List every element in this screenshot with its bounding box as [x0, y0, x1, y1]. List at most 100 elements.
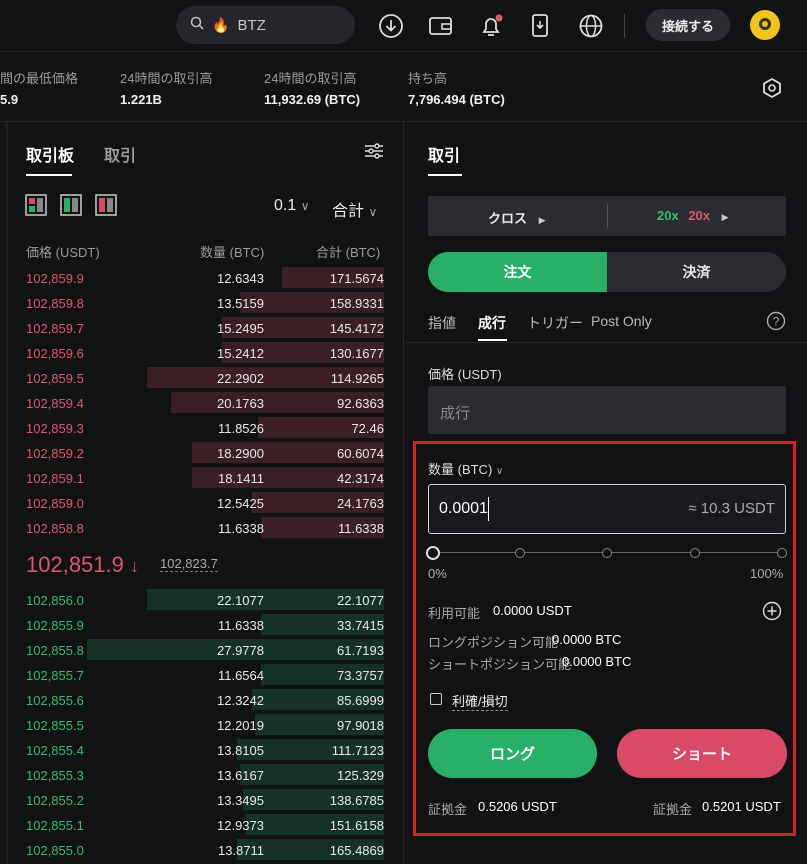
ask-row[interactable]: 102,859.3 11.8526 72.46 — [0, 415, 396, 440]
bid-row[interactable]: 102,855.7 11.6564 73.3757 — [0, 662, 396, 687]
bid-row[interactable]: 102,855.2 13.3495 138.6785 — [0, 787, 396, 812]
margin-mode-label: クロス — [488, 211, 528, 226]
search-value: BTZ — [237, 16, 266, 34]
row-qty: 22.2902 — [217, 371, 264, 386]
row-qty: 13.5159 — [217, 296, 264, 311]
header-price: 価格 (USDT) — [26, 245, 100, 260]
row-price: 102,855.4 — [26, 743, 84, 758]
row-total: 73.3757 — [337, 668, 384, 683]
chevron-down-icon: ∨ — [368, 205, 378, 219]
bid-row[interactable]: 102,855.5 12.2019 97.9018 — [0, 712, 396, 737]
connect-button[interactable]: 接続する — [646, 9, 730, 41]
ask-row[interactable]: 102,859.7 15.2495 145.4172 — [0, 315, 396, 340]
close-tab[interactable]: 決済 — [607, 252, 786, 292]
bid-row[interactable]: 102,855.9 11.6338 33.7415 — [0, 612, 396, 637]
ask-row[interactable]: 102,859.2 18.2900 60.6074 — [0, 440, 396, 465]
slider-tick-25[interactable] — [515, 548, 525, 558]
row-price: 102,855.8 — [26, 643, 84, 658]
bid-row[interactable]: 102,855.8 27.9778 61.7193 — [0, 637, 396, 662]
order-type-market[interactable]: 成行 — [478, 313, 506, 333]
view-both-icon[interactable] — [25, 194, 47, 221]
ask-row[interactable]: 102,859.6 15.2412 130.1677 — [0, 340, 396, 365]
slider-tick-50[interactable] — [602, 548, 612, 558]
bid-row[interactable]: 102,855.0 13.8711 165.4869 — [0, 837, 396, 862]
slider-handle[interactable] — [426, 546, 440, 560]
bid-row[interactable]: 102,856.0 22.1077 22.1077 — [0, 587, 396, 612]
available-label: 利用可能 — [428, 606, 481, 621]
row-qty: 12.2019 — [217, 718, 264, 733]
qty-input[interactable]: 0.0001 ≈ 10.3 USDT — [428, 484, 786, 534]
avatar[interactable] — [750, 10, 780, 40]
leverage-button[interactable]: 20x 20x ▶ — [657, 208, 729, 223]
ask-row[interactable]: 102,859.9 12.6343 171.5674 — [0, 265, 396, 290]
row-total: 11.6338 — [337, 521, 384, 536]
ask-row[interactable]: 102,859.5 22.2902 114.9265 — [0, 365, 396, 390]
ask-row[interactable]: 102,859.4 20.1763 92.6363 — [0, 390, 396, 415]
step-select[interactable]: 0.1 ∨ — [274, 197, 310, 215]
margin-long-value: 0.5206 USDT — [478, 799, 557, 814]
total-mode-value: 合計 — [332, 203, 365, 220]
stat-volume-btc-value: 11,932.69 (BTC) — [264, 92, 361, 107]
view-bids-icon[interactable] — [60, 194, 82, 221]
total-mode-select[interactable]: 合計 ∨ — [332, 197, 377, 221]
row-price: 102,858.8 — [26, 521, 84, 536]
row-qty: 13.8105 — [217, 743, 264, 758]
row-total: 33.7415 — [337, 618, 384, 633]
short-avail-label: ショートポジション可能 — [428, 657, 572, 672]
ask-row[interactable]: 102,859.0 12.5425 24.1763 — [0, 490, 396, 515]
qty-unit-select[interactable]: 数量 (BTC) ∨ — [428, 459, 503, 478]
order-type-limit[interactable]: 指値 — [428, 313, 456, 333]
order-type-postonly[interactable]: Post Only — [591, 313, 652, 329]
download-icon[interactable] — [377, 12, 405, 40]
row-qty: 11.6338 — [217, 618, 264, 633]
row-total: 42.3174 — [337, 471, 384, 486]
stat-volume-label: 24時間の取引高 — [120, 71, 213, 86]
open-tab[interactable]: 注文 — [428, 252, 607, 292]
ask-row[interactable]: 102,859.8 13.5159 158.9331 — [0, 290, 396, 315]
row-qty: 12.9373 — [217, 818, 264, 833]
long-button[interactable]: ロング — [428, 729, 597, 778]
add-funds-icon[interactable] — [762, 601, 782, 626]
tab-orderbook[interactable]: 取引板 — [26, 142, 74, 166]
wallet-icon[interactable] — [427, 12, 455, 40]
bid-row[interactable]: 102,855.4 13.8105 111.7123 — [0, 737, 396, 762]
short-button[interactable]: ショート — [617, 729, 787, 778]
help-icon[interactable]: ? — [766, 311, 786, 336]
ask-row[interactable]: 102,859.1 18.1411 42.3174 — [0, 465, 396, 490]
order-type-trigger[interactable]: トリガー — [527, 313, 583, 333]
view-asks-icon[interactable] — [95, 194, 117, 221]
bell-icon[interactable] — [477, 12, 505, 40]
ask-row[interactable]: 102,858.8 11.6338 11.6338 — [0, 515, 396, 540]
mobile-download-icon[interactable] — [527, 12, 555, 40]
globe-icon[interactable] — [577, 12, 605, 40]
settings-hex-icon[interactable] — [760, 76, 784, 105]
stat-volume-value: 1.221B — [120, 92, 162, 107]
price-placeholder: 成行 — [440, 405, 471, 422]
mark-price[interactable]: 102,823.7 — [160, 556, 218, 572]
row-total: 114.9265 — [330, 371, 384, 386]
slider-tick-100[interactable] — [777, 548, 787, 558]
stat-volume-btc-label: 24時間の取引高 — [264, 71, 357, 86]
row-price: 102,855.7 — [26, 668, 84, 683]
row-total: 165.4869 — [329, 843, 384, 858]
header-qty: 数量 (BTC) — [200, 245, 265, 260]
row-qty: 18.1411 — [217, 471, 264, 486]
tab-trades[interactable]: 取引 — [104, 142, 136, 166]
sliders-icon[interactable] — [364, 142, 384, 165]
bid-row[interactable]: 102,855.6 12.3242 85.6999 — [0, 687, 396, 712]
row-qty: 15.2412 — [217, 346, 264, 361]
flame-icon: 🔥 — [212, 16, 230, 33]
row-price: 102,859.9 — [26, 271, 84, 286]
bid-row[interactable]: 102,855.1 12.9373 151.6158 — [0, 812, 396, 837]
slider-tick-75[interactable] — [690, 548, 700, 558]
tpsl-checkbox[interactable] — [430, 693, 442, 705]
stat-low-value: 5.9 — [0, 92, 19, 107]
margin-mode-button[interactable]: クロス ▶ — [488, 208, 546, 227]
row-price: 102,859.1 — [26, 471, 84, 486]
short-avail-value: 0.0000 BTC — [562, 654, 632, 669]
divider — [607, 204, 608, 228]
bid-row[interactable]: 102,855.3 13.6167 125.329 — [0, 762, 396, 787]
row-total: 85.6999 — [337, 693, 384, 708]
tpsl-label[interactable]: 利確/損切 — [452, 691, 508, 711]
search-input[interactable]: 🔥 BTZ — [176, 6, 355, 44]
